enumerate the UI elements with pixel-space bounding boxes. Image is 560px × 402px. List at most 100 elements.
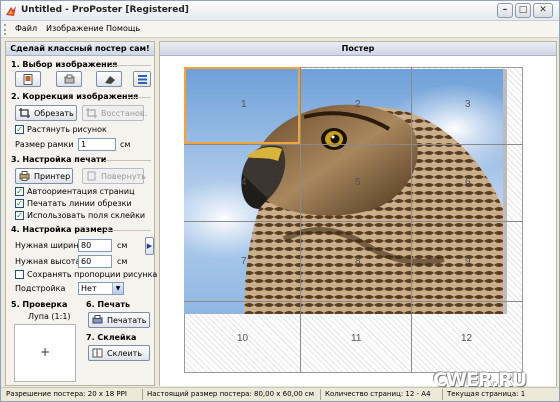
stretch-label: Растянуть рисунок bbox=[27, 125, 107, 134]
section-glue-title: 7. Склейка bbox=[86, 333, 137, 342]
crop-icon bbox=[19, 108, 30, 118]
poster-canvas[interactable]: 1 2 3 4 5 6 7 8 9 10 11 12 bbox=[160, 57, 556, 386]
apply-size-arrow-icon[interactable]: ▶ bbox=[145, 237, 154, 255]
restore-button[interactable]: Восстанов. bbox=[82, 105, 148, 121]
stretch-checkbox[interactable]: ✓ bbox=[15, 125, 24, 134]
tile-grid-line bbox=[184, 144, 523, 145]
minimize-button[interactable]: – bbox=[497, 3, 513, 18]
menu-bar: Файл Изображение Помощь bbox=[1, 21, 559, 38]
tile-grid-line bbox=[184, 301, 523, 302]
tile-number: 2 bbox=[355, 99, 361, 110]
width-input[interactable]: 80 bbox=[78, 239, 112, 252]
tile-number: 10 bbox=[237, 333, 249, 344]
section-divider bbox=[109, 65, 151, 66]
tile-number: 11 bbox=[351, 333, 362, 344]
section-check-title: 5. Проверка bbox=[11, 300, 68, 309]
menu-help[interactable]: Помощь bbox=[106, 24, 140, 33]
auto-orientation-label: Автоориентация страниц bbox=[27, 187, 135, 196]
app-window: Untitled - ProPoster [Registered] – □ ✕ … bbox=[0, 0, 560, 402]
tile-number: 8 bbox=[355, 256, 361, 267]
title-bar[interactable]: Untitled - ProPoster [Registered] – □ ✕ bbox=[1, 1, 559, 21]
tile-number: 9 bbox=[465, 256, 471, 267]
section-print-title: 6. Печать bbox=[86, 300, 131, 309]
auto-orientation-checkbox[interactable]: ✓ bbox=[15, 187, 24, 196]
frame-size-label: Размер рамки bbox=[15, 140, 74, 149]
printer-button[interactable]: Принтер bbox=[15, 168, 73, 184]
current-page-highlight[interactable] bbox=[184, 67, 300, 144]
settings-panel: Сделай классный постер сам! 1. Выбор изо… bbox=[5, 41, 158, 386]
height-label: Нужная высота bbox=[15, 257, 81, 266]
tile-grid-line bbox=[184, 221, 523, 222]
glue-margins-checkbox[interactable]: ✓ bbox=[15, 211, 24, 220]
status-current-page: Текущая страница: 1 bbox=[447, 390, 526, 398]
tile-number: 5 bbox=[355, 177, 361, 188]
menu-grip-icon bbox=[4, 24, 7, 35]
fit-label: Подстройка bbox=[15, 284, 66, 293]
menu-file[interactable]: Файл bbox=[15, 24, 37, 33]
crosshair-icon: + bbox=[40, 345, 51, 359]
poster-panel-header: Постер bbox=[160, 42, 556, 56]
eraser-icon bbox=[105, 76, 115, 84]
scanner-icon bbox=[64, 74, 75, 84]
restore-button-label: Восстанов. bbox=[101, 109, 148, 118]
menu-image[interactable]: Изображение bbox=[46, 24, 104, 33]
frame-size-unit: см bbox=[120, 140, 131, 149]
print-button[interactable]: Печатать bbox=[88, 312, 150, 328]
loupe-preview: + bbox=[14, 324, 76, 382]
rotate-button[interactable]: Повернуть bbox=[82, 168, 146, 184]
height-input[interactable]: 60 bbox=[78, 255, 112, 268]
keep-ratio-checkbox[interactable] bbox=[15, 270, 24, 279]
status-resolution: Разрешение постера: 20 x 18 PPI bbox=[6, 390, 127, 398]
keep-ratio-label: Сохранять пропорции рисунка bbox=[27, 270, 158, 279]
app-logo-icon bbox=[6, 6, 16, 16]
glue-button[interactable]: Склеить bbox=[88, 345, 150, 361]
photo-shadow bbox=[503, 69, 507, 314]
frame-size-input[interactable]: 1 bbox=[78, 138, 116, 151]
section-divider bbox=[104, 160, 151, 161]
open-image-button[interactable] bbox=[15, 71, 41, 87]
fit-select[interactable]: Нет ▼ bbox=[78, 282, 124, 295]
height-unit: см bbox=[117, 257, 128, 266]
printer-icon bbox=[19, 171, 30, 181]
close-button[interactable]: ✕ bbox=[533, 3, 553, 18]
tile-grid-line bbox=[411, 67, 412, 373]
section-select-image-title: 1. Выбор изображения bbox=[11, 60, 118, 69]
section-size-title: 4. Настройка размера bbox=[11, 225, 114, 234]
watermark-logo: CWER.RU bbox=[433, 369, 527, 391]
section-divider bbox=[104, 230, 151, 231]
scan-image-button[interactable] bbox=[56, 71, 82, 87]
fit-select-value: Нет bbox=[81, 284, 97, 293]
glue-margins-label: Использовать поля склейки bbox=[27, 211, 146, 220]
chevron-down-icon: ▼ bbox=[112, 283, 123, 294]
printer-button-label: Принтер bbox=[34, 172, 71, 181]
tile-number: 3 bbox=[465, 99, 471, 110]
status-page-count: Количество страниц: 12 - A4 bbox=[325, 390, 431, 398]
maximize-button[interactable]: □ bbox=[515, 3, 531, 18]
rotate-button-label: Повернуть bbox=[101, 172, 146, 181]
status-separator bbox=[142, 389, 143, 400]
width-label: Нужная ширина bbox=[15, 241, 84, 250]
restore-icon bbox=[86, 108, 97, 118]
cut-lines-label: Печатать линии обрезки bbox=[27, 199, 132, 208]
section-divider bbox=[128, 97, 151, 98]
cut-lines-checkbox[interactable]: ✓ bbox=[15, 199, 24, 208]
tile-number: 6 bbox=[465, 177, 471, 188]
section-correction-title: 2. Коррекция изображения bbox=[11, 92, 139, 101]
poster-panel: Постер 1 2 3 4 5 6 7 8 9 10 11 12 bbox=[159, 41, 557, 386]
crop-button-label: Обрезать bbox=[34, 109, 74, 118]
status-separator bbox=[320, 389, 321, 400]
print-icon bbox=[92, 315, 103, 324]
tile-number: 12 bbox=[461, 333, 473, 344]
tile-number: 4 bbox=[241, 177, 247, 188]
print-button-label: Печатать bbox=[107, 316, 147, 325]
tile-number: 7 bbox=[241, 256, 247, 267]
section-print-setup-title: 3. Настройка печати bbox=[11, 155, 107, 164]
loupe-label: Лупа (1:1) bbox=[28, 312, 71, 321]
image-list-button[interactable] bbox=[133, 71, 151, 87]
clear-image-button[interactable] bbox=[96, 71, 122, 87]
settings-panel-header: Сделай классный постер сам! bbox=[6, 42, 154, 56]
list-icon bbox=[138, 75, 147, 84]
glue-button-label: Склеить bbox=[107, 349, 143, 358]
width-unit: см bbox=[117, 241, 128, 250]
crop-button[interactable]: Обрезать bbox=[15, 105, 77, 121]
